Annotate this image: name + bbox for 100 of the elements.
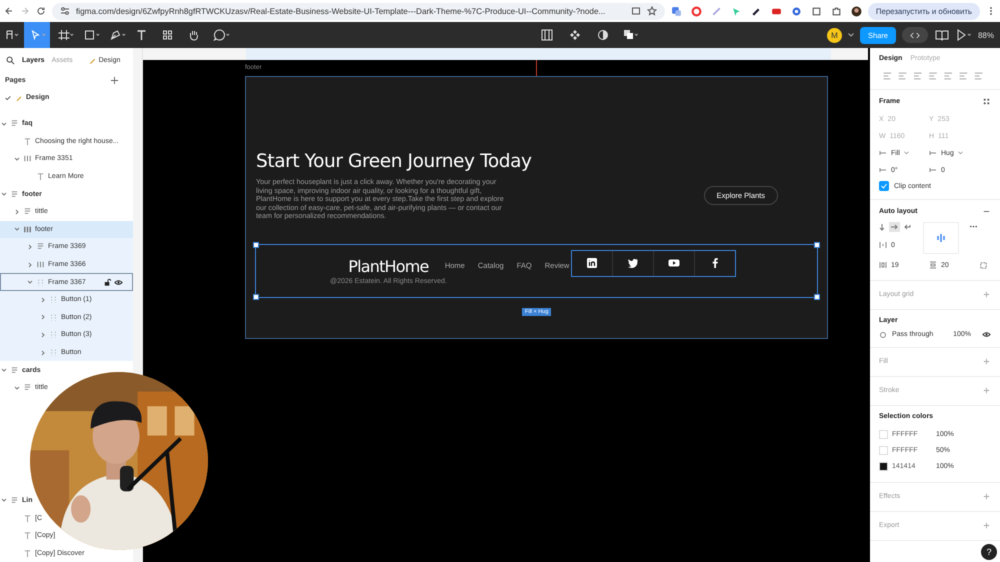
caret-icon[interactable] (26, 260, 34, 269)
dots-icon (49, 348, 58, 358)
caret-icon[interactable] (39, 330, 47, 339)
columns-icon (23, 154, 32, 164)
padding-icon (879, 261, 887, 269)
dots-icon (49, 330, 58, 340)
boolean-icon[interactable] (623, 29, 640, 41)
grid-icon[interactable] (539, 29, 556, 41)
color-swatch[interactable] (879, 462, 888, 470)
dropper-icon[interactable] (750, 6, 762, 16)
columns-icon (36, 260, 45, 270)
dev-mode-toggle[interactable] (902, 27, 928, 43)
lines-icon (10, 190, 19, 199)
resize-handle[interactable] (814, 294, 820, 300)
resize-handle[interactable] (253, 294, 259, 300)
caret-icon[interactable] (0, 496, 8, 504)
circle-icon[interactable] (790, 6, 802, 16)
check-icon (4, 94, 12, 102)
play-icon[interactable] (956, 29, 972, 41)
caret-icon[interactable] (26, 242, 34, 251)
caret-icon[interactable] (848, 33, 854, 37)
caret-icon[interactable] (26, 278, 34, 286)
caret-icon[interactable] (13, 154, 21, 163)
checkbox[interactable] (879, 181, 889, 191)
tab-icon[interactable] (630, 6, 641, 16)
puzzle-icon[interactable] (830, 6, 842, 16)
text-icon (23, 136, 32, 146)
resize-handle[interactable] (814, 242, 820, 248)
caret-icon[interactable] (13, 384, 21, 392)
footer-frame[interactable] (245, 76, 828, 339)
padding-icon (929, 261, 937, 269)
social-buttons-frame[interactable] (571, 250, 736, 276)
add-icon[interactable] (110, 76, 119, 85)
guide-line (536, 60, 537, 76)
caret-icon[interactable] (904, 151, 909, 155)
lines-icon (23, 207, 32, 216)
dots-icon (49, 295, 58, 304)
bird-icon[interactable] (627, 257, 640, 269)
text-icon (23, 548, 32, 558)
translate-icon[interactable] (670, 6, 682, 16)
search-icon[interactable] (6, 56, 15, 64)
star-icon[interactable] (646, 6, 657, 16)
color-swatch[interactable] (879, 430, 888, 438)
caret-icon[interactable] (39, 296, 47, 304)
lock-icon[interactable] (103, 278, 112, 287)
logo-text: PlantHome (348, 256, 429, 276)
columns-icon (23, 224, 32, 234)
text-icon (36, 172, 45, 182)
zoom-level[interactable]: 88% (978, 30, 994, 40)
text-icon (23, 531, 32, 540)
lines-icon (10, 119, 19, 128)
sizing-icon (879, 166, 887, 174)
crop-icon[interactable] (810, 6, 822, 16)
sizing-icon (929, 149, 937, 157)
lines-icon (10, 496, 19, 505)
pencil-icon (15, 94, 23, 102)
book-icon[interactable] (934, 29, 950, 41)
caret-icon[interactable] (13, 208, 21, 216)
comment-icon[interactable] (212, 29, 230, 41)
bars-icon (937, 233, 945, 243)
rectangle-icon[interactable] (82, 29, 100, 41)
text-icon (23, 514, 32, 523)
eye-icon[interactable] (982, 330, 991, 339)
lines-icon (36, 242, 45, 252)
lines-icon (23, 383, 32, 392)
user-avatar[interactable]: M (826, 28, 842, 42)
lines-icon (10, 366, 19, 375)
heading: Start Your Green Journey Today (256, 151, 533, 173)
sizing-icon (929, 166, 937, 174)
help-button[interactable]: ? (981, 544, 997, 560)
pencil-icon (88, 56, 97, 64)
eye-icon[interactable] (114, 278, 123, 287)
gap-icon (879, 241, 887, 249)
address-bar[interactable]: figma.com/design/6ZwfpyRnh8gfRTWCKUzasv/Real-Estate-Business-Website-UI-Template---Dark-Theme-%7C-Produce-UI--Community-?node... (52, 2, 665, 20)
reload-icon[interactable] (36, 6, 46, 16)
padding-icon[interactable] (979, 260, 988, 270)
direction-icons[interactable] (879, 222, 913, 232)
caret-icon[interactable] (0, 120, 8, 128)
grid-icon[interactable] (982, 97, 991, 106)
sizing-icon (879, 149, 887, 157)
resize-handle[interactable] (253, 242, 259, 248)
caret-icon[interactable] (39, 313, 47, 322)
caret-icon[interactable] (0, 190, 8, 198)
main-menu-icon[interactable] (4, 29, 20, 41)
url-text: figma.com/design/6ZwfpyRnh8gfRTWCKUzasv/Real-Estate-Business-Website-UI-Template---Dark-Theme-%7C-Produce-UI--Community-?node... (76, 6, 606, 16)
linkedin-icon[interactable] (586, 257, 598, 269)
caret-icon[interactable] (39, 348, 47, 357)
caret-icon[interactable] (0, 366, 8, 374)
frame-icon[interactable] (56, 29, 74, 41)
youtube-icon[interactable] (668, 257, 680, 269)
pen-icon[interactable] (108, 29, 126, 41)
dots-icon (36, 278, 45, 287)
color-swatch[interactable] (879, 446, 888, 454)
profile-avatar[interactable] (850, 6, 862, 16)
back-icon[interactable] (4, 6, 14, 16)
ring-icon[interactable] (690, 6, 702, 16)
caret-icon[interactable] (958, 151, 963, 155)
caret-icon[interactable] (13, 225, 21, 234)
dots-icon (49, 312, 58, 322)
site-settings-icon[interactable] (60, 6, 70, 16)
